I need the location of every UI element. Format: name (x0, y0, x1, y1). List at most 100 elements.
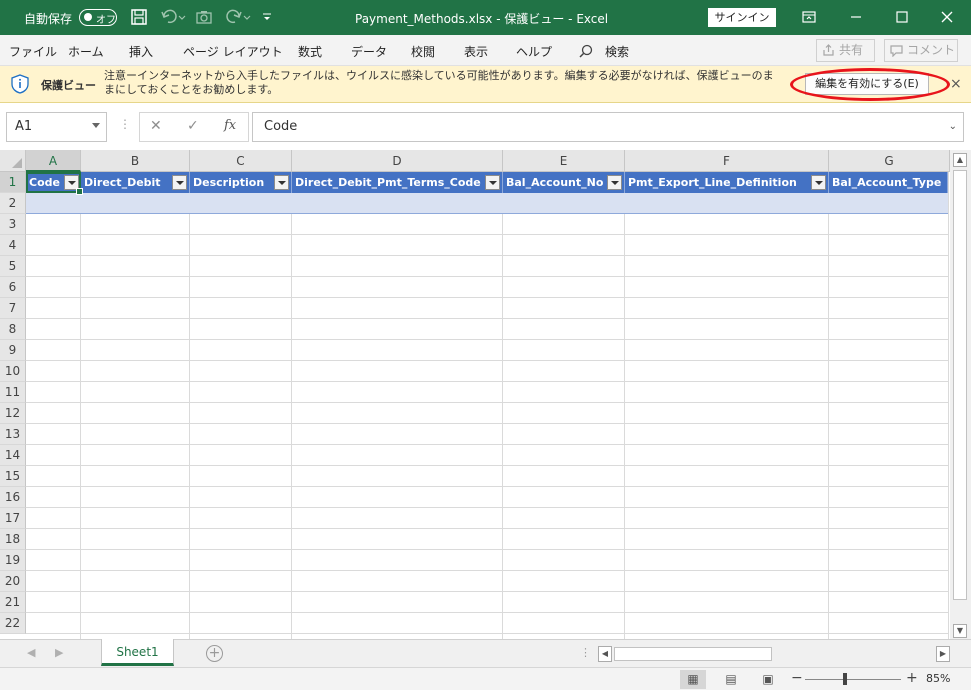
table-header-direct-debit-pmt-terms-code[interactable]: Direct_Debit_Pmt_Terms_Code (292, 172, 503, 193)
column-header-e[interactable]: E (503, 150, 625, 172)
row-header[interactable]: 1 (0, 172, 26, 193)
menu-insert[interactable]: 挿入 (129, 43, 153, 60)
row-header[interactable]: 5 (0, 256, 26, 277)
row-header[interactable]: 3 (0, 214, 26, 235)
zoom-level[interactable]: 85% (926, 672, 950, 685)
scroll-right-icon[interactable]: ▶ (936, 646, 950, 662)
camera-icon[interactable] (195, 8, 213, 26)
filter-dropdown-icon[interactable] (811, 175, 826, 190)
menu-review[interactable]: 校閲 (411, 43, 435, 60)
ribbon-display-options-icon[interactable] (800, 8, 818, 26)
filter-dropdown-icon[interactable] (64, 175, 79, 190)
redo-icon[interactable] (225, 8, 251, 26)
zoom-slider-thumb[interactable] (843, 673, 847, 685)
row-header[interactable]: 9 (0, 340, 26, 361)
table-header-pmt-export-line-definition[interactable]: Pmt_Export_Line_Definition (625, 172, 829, 193)
row-header[interactable]: 8 (0, 319, 26, 340)
column-header-b[interactable]: B (81, 150, 190, 172)
cancel-icon[interactable]: ✕ (150, 118, 162, 134)
formula-input[interactable]: Code ⌄ (252, 112, 964, 142)
column-header-a[interactable]: A (26, 150, 81, 172)
page-layout-view-icon[interactable]: ▤ (718, 670, 744, 689)
share-button[interactable]: 共有 (816, 39, 875, 62)
zoom-slider[interactable] (805, 679, 901, 680)
maximize-icon[interactable] (893, 8, 911, 26)
search-icon[interactable] (579, 44, 593, 58)
zoom-out-icon[interactable]: − (791, 670, 803, 686)
row-header[interactable]: 21 (0, 592, 26, 613)
protected-view-bar: 保護ビュー 注意ーインターネットから入手したファイルは、ウイルスに感染している可… (0, 66, 971, 103)
filter-dropdown-icon[interactable] (274, 175, 289, 190)
row-header[interactable]: 11 (0, 382, 26, 403)
horizontal-scrollbar[interactable]: ◀ ▶ (598, 646, 950, 662)
column-header-d[interactable]: D (292, 150, 503, 172)
zoom-in-icon[interactable]: + (906, 670, 918, 686)
close-icon[interactable] (938, 8, 956, 26)
scroll-left-icon[interactable]: ◀ (598, 646, 612, 662)
menu-help[interactable]: ヘルプ (516, 43, 552, 60)
row-header[interactable]: 15 (0, 466, 26, 487)
row-header[interactable]: 12 (0, 403, 26, 424)
next-sheet-icon[interactable]: ▶ (55, 646, 63, 659)
vertical-scrollbar[interactable]: ▲ ▼ (950, 150, 971, 639)
filter-dropdown-icon[interactable] (485, 175, 500, 190)
row-header[interactable]: 14 (0, 445, 26, 466)
row-header[interactable]: 19 (0, 550, 26, 571)
gridline (26, 318, 948, 319)
column-header-g[interactable]: G (829, 150, 950, 172)
row-header[interactable]: 18 (0, 529, 26, 550)
sheet-tab-sheet1[interactable]: Sheet1 (101, 639, 174, 666)
save-icon[interactable] (130, 8, 148, 26)
scroll-down-icon[interactable]: ▼ (953, 624, 967, 638)
menu-page-layout[interactable]: ページ レイアウト (183, 43, 283, 60)
enable-editing-button[interactable]: 編集を有効にする(E) (805, 73, 929, 95)
horizontal-scroll-thumb[interactable] (614, 647, 772, 661)
worksheet-grid[interactable]: A B C D E F G 1 2 3 4 5 6 7 8 9 10 11 12 13 14 15 16 17 1… (0, 150, 971, 639)
row-header[interactable]: 10 (0, 361, 26, 382)
column-header-c[interactable]: C (190, 150, 292, 172)
minimize-icon[interactable] (847, 8, 865, 26)
prev-sheet-icon[interactable]: ◀ (27, 646, 35, 659)
undo-icon[interactable] (160, 8, 186, 26)
row-header[interactable]: 7 (0, 298, 26, 319)
row-header[interactable]: 2 (0, 193, 26, 214)
filter-dropdown-icon[interactable] (172, 175, 187, 190)
table-band-row[interactable] (26, 193, 948, 214)
filter-dropdown-icon[interactable] (607, 175, 622, 190)
row-header[interactable]: 4 (0, 235, 26, 256)
gridline (26, 255, 948, 256)
menu-file[interactable]: ファイル (9, 43, 57, 60)
menu-view[interactable]: 表示 (464, 43, 488, 60)
chevron-down-icon[interactable] (92, 123, 100, 128)
normal-view-icon[interactable]: ▦ (680, 670, 706, 689)
row-header[interactable]: 17 (0, 508, 26, 529)
add-sheet-icon[interactable]: + (206, 645, 223, 662)
comment-button[interactable]: コメント (884, 39, 958, 62)
enter-icon[interactable]: ✓ (187, 118, 199, 134)
select-all-button[interactable] (0, 150, 26, 172)
formula-bar-grip-icon[interactable]: ⋮ (119, 117, 131, 131)
protected-view-title: 保護ビュー (41, 79, 96, 92)
row-header[interactable]: 20 (0, 571, 26, 592)
column-header-f[interactable]: F (625, 150, 829, 172)
scroll-up-icon[interactable]: ▲ (953, 153, 967, 167)
insert-function-icon[interactable]: fx (224, 118, 236, 133)
signin-button[interactable]: サインイン (708, 8, 776, 27)
menu-home[interactable]: ホーム (68, 43, 104, 60)
row-header[interactable]: 22 (0, 613, 26, 634)
table-header-bal-account-type[interactable]: Bal_Account_Type (829, 172, 948, 193)
menu-data[interactable]: データ (351, 43, 387, 60)
expand-formula-icon[interactable]: ⌄ (949, 121, 957, 132)
row-header[interactable]: 16 (0, 487, 26, 508)
menu-formulas[interactable]: 数式 (298, 43, 322, 60)
name-box[interactable]: A1 (6, 112, 107, 142)
page-break-view-icon[interactable]: ▣ (755, 670, 781, 689)
search-label[interactable]: 検索 (605, 43, 629, 60)
tab-splitter-icon[interactable]: ⋮ (580, 646, 591, 659)
vertical-scroll-thumb[interactable] (953, 170, 967, 600)
protected-view-close-icon[interactable]: × (950, 76, 962, 92)
row-header[interactable]: 6 (0, 277, 26, 298)
customize-toolbar-icon[interactable] (260, 8, 274, 26)
row-header[interactable]: 13 (0, 424, 26, 445)
autosave-toggle[interactable]: オフ (79, 9, 117, 26)
